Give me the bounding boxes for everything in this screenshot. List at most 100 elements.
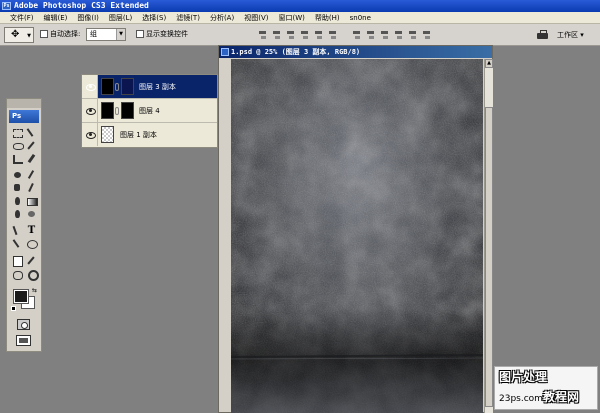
menu-window[interactable]: 窗口(W): [273, 12, 309, 24]
show-transform-checkbox[interactable]: [136, 30, 144, 38]
watermark-domain: 23ps.com: [499, 394, 543, 404]
site-watermark: 图片处理 23ps.com教程网: [494, 366, 598, 410]
zoom-tool-icon[interactable]: [25, 268, 39, 281]
layer-name: 图层 1 副本: [120, 131, 157, 139]
layer-thumbnail: [101, 78, 114, 95]
magic-wand-tool-icon[interactable]: [25, 140, 38, 151]
menu-select[interactable]: 选择(S): [137, 12, 171, 24]
separator: [341, 30, 349, 40]
align-bottom-icon[interactable]: [285, 30, 297, 40]
document-icon: [221, 48, 229, 56]
auto-select-checkbox[interactable]: [40, 30, 48, 38]
chevron-down-icon: ▼: [27, 33, 31, 39]
distribute-top-icon[interactable]: [351, 30, 363, 40]
layer-mask-thumbnail[interactable]: [121, 102, 134, 119]
marquee-tool-icon[interactable]: [11, 127, 24, 138]
distribute-bottom-icon[interactable]: [379, 30, 391, 40]
camera-icon[interactable]: [535, 29, 551, 41]
align-top-icon[interactable]: [257, 30, 269, 40]
link-icon: [115, 83, 119, 91]
swap-colors-icon[interactable]: ⇆: [32, 287, 37, 294]
layer-visibility-toggle[interactable]: [82, 99, 98, 122]
align-distribute-group: [257, 30, 435, 40]
link-icon: [115, 107, 119, 115]
eye-icon: [85, 82, 96, 91]
menu-filter[interactable]: 滤镜(T): [171, 12, 205, 24]
menu-user: sn0ne: [349, 13, 371, 22]
type-tool-icon[interactable]: T: [25, 225, 38, 236]
layer-row[interactable]: 图层 4: [82, 99, 217, 123]
tool-preset-picker[interactable]: ✥ ▼: [4, 27, 34, 43]
history-brush-tool-icon[interactable]: [25, 182, 38, 193]
show-transform-label: 显示变换控件: [146, 30, 188, 38]
healing-brush-tool-icon[interactable]: [11, 169, 24, 180]
vertical-scrollbar[interactable]: ▲: [484, 59, 493, 413]
eye-icon: [85, 106, 96, 115]
eye-icon: [85, 130, 96, 139]
menu-layer[interactable]: 图层(L): [104, 12, 137, 24]
document-title-bar[interactable]: 1.psd @ 25% (图层 3 副本, RGB/8): [219, 46, 492, 58]
gradient-tool-icon[interactable]: [25, 195, 38, 206]
auto-select-value: 组: [90, 30, 97, 38]
eraser-tool-icon[interactable]: [11, 195, 24, 206]
dodge-tool-icon[interactable]: [25, 208, 38, 219]
menu-edit[interactable]: 编辑(E): [39, 12, 73, 24]
eyedropper-tool-icon[interactable]: [25, 255, 38, 266]
layers-panel: 图层 3 副本 图层 4 图层 1 副本: [81, 74, 218, 148]
layer-mask-thumbnail[interactable]: [121, 78, 134, 95]
layer-row[interactable]: 图层 1 副本: [82, 123, 217, 147]
scrollbar-thumb[interactable]: [485, 107, 493, 407]
lasso-tool-icon[interactable]: [11, 140, 24, 151]
crop-tool-icon[interactable]: [11, 153, 24, 164]
distribute-right-icon[interactable]: [421, 30, 433, 40]
blur-tool-icon[interactable]: [11, 208, 24, 219]
menu-help[interactable]: 帮助(H): [310, 12, 345, 24]
menu-file[interactable]: 文件(F): [5, 12, 39, 24]
align-right-icon[interactable]: [327, 30, 339, 40]
auto-select-label: 自动选择:: [50, 30, 81, 38]
scroll-up-icon[interactable]: ▲: [485, 59, 493, 68]
align-horizontal-center-icon[interactable]: [313, 30, 325, 40]
move-tool-icon[interactable]: [25, 127, 38, 138]
layer-visibility-toggle[interactable]: [82, 75, 98, 98]
distribute-vertical-center-icon[interactable]: [365, 30, 377, 40]
layer-name: 图层 3 副本: [139, 83, 176, 91]
document-canvas[interactable]: [231, 59, 483, 413]
brush-tool-icon[interactable]: [25, 169, 38, 180]
align-vertical-center-icon[interactable]: [271, 30, 283, 40]
photoshop-app-icon: Ps: [2, 2, 11, 10]
workspace-button[interactable]: 工作区 ▾: [557, 29, 584, 41]
screen-mode-icon[interactable]: [16, 335, 31, 346]
quick-mask-icon[interactable]: [17, 319, 30, 330]
notes-tool-icon[interactable]: [11, 255, 24, 267]
menu-view[interactable]: 视图(V): [239, 12, 273, 24]
path-selection-tool-icon[interactable]: [11, 238, 24, 249]
ellipse-shape-tool-icon[interactable]: [25, 238, 38, 249]
distribute-left-icon[interactable]: [393, 30, 405, 40]
options-bar: ✥ ▼ 自动选择: 组 ▼ 显示变换控件 工作区 ▾: [0, 24, 600, 46]
pen-tool-icon[interactable]: [11, 225, 24, 236]
auto-select-dropdown[interactable]: 组 ▼: [86, 28, 126, 41]
app-title-bar: Ps Adobe Photoshop CS3 Extended: [0, 0, 600, 12]
hand-tool-icon[interactable]: [11, 268, 24, 280]
watermark-title: 图片处理: [499, 370, 548, 384]
slice-tool-icon[interactable]: [25, 153, 38, 164]
layer-thumbnail: [101, 102, 114, 119]
distribute-horizontal-center-icon[interactable]: [407, 30, 419, 40]
layer-row[interactable]: 图层 3 副本: [82, 75, 217, 99]
menu-analysis[interactable]: 分析(A): [205, 12, 239, 24]
align-left-icon[interactable]: [299, 30, 311, 40]
move-tool-icon: ✥: [11, 29, 20, 40]
layer-visibility-toggle[interactable]: [82, 123, 98, 146]
tools-panel: Ps T ⇆: [6, 98, 42, 352]
foreground-color-swatch[interactable]: [13, 289, 29, 304]
default-colors-icon[interactable]: [11, 306, 16, 311]
panel-grip[interactable]: [7, 99, 41, 108]
clone-stamp-tool-icon[interactable]: [11, 182, 24, 193]
photoshop-logo[interactable]: Ps: [9, 110, 39, 123]
document-window: 1.psd @ 25% (图层 3 副本, RGB/8) ▲: [218, 45, 493, 413]
menu-image[interactable]: 图像(I): [72, 12, 104, 24]
layer-name: 图层 4: [139, 107, 160, 115]
document-title: 1.psd @ 25% (图层 3 副本, RGB/8): [231, 48, 361, 56]
layer-thumbnail: [101, 126, 114, 143]
